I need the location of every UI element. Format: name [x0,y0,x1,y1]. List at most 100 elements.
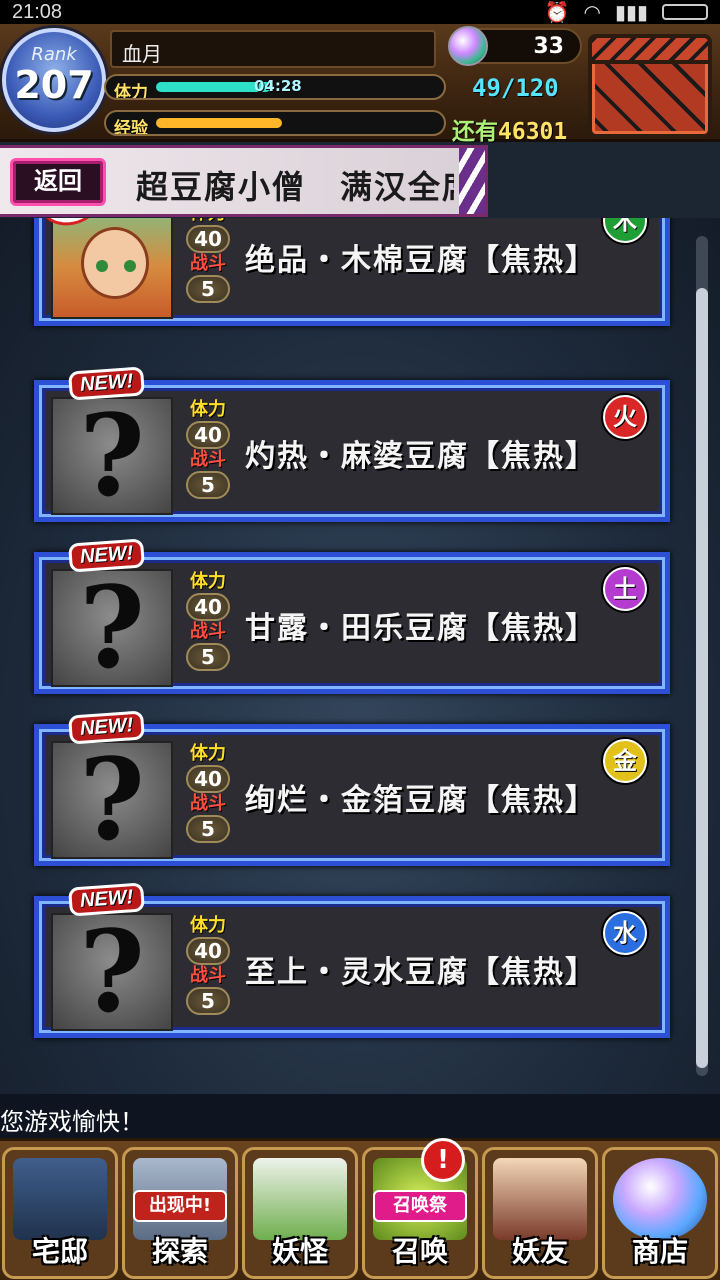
rank-value: 207 [14,63,94,107]
stamina-cost: 40 [186,593,230,621]
dish-card[interactable]: ? NEW! 体力 40 战斗 5 甘露・田乐豆腐【焦热】 土 [34,538,670,694]
dish-card[interactable]: ? NEW! 体力 40 战斗 5 至上・灵水豆腐【焦热】 水 [34,882,670,1038]
nav-mansion-button[interactable]: 宅邸 [2,1147,118,1279]
nav-label: 召唤 [391,1235,448,1268]
nav-yokai-button[interactable]: 妖怪 [242,1147,358,1279]
water-element-icon: 水 [603,911,647,955]
stamina-cost-label: 体力 [190,743,226,764]
stamina-cost-label: 体力 [190,915,226,936]
stamina-bar: 体力 04:28 [104,74,446,100]
battle-count: 5 [186,643,230,671]
gem-count: 33 [533,34,564,59]
new-badge: NEW! [68,538,146,573]
summon-festival-banner: 召唤祭 [373,1190,467,1222]
dish-stats: 体力 40 战斗 5 [179,571,237,671]
friend-icon [493,1158,587,1240]
stamina-cost: 40 [186,765,230,793]
dish-name: 绝品・木棉豆腐【焦热】 [245,243,597,278]
crystal-orb-icon [613,1158,707,1240]
remaining-label: 还有 [452,119,498,145]
stamina-label: 体力 [114,83,148,100]
wifi-icon: ◠ [583,1,601,24]
dish-name: 至上・灵水豆腐【焦热】 [245,955,597,990]
nav-label: 商店 [631,1235,688,1268]
remaining-counter: 还有46301 [452,112,567,146]
dish-card[interactable]: 完成 体力 40 战斗 5 绝品・木棉豆腐【焦热】 木 [34,218,670,326]
battle-count: 5 [186,275,230,303]
signal-icon: ▮▮▮ [614,1,648,24]
metal-element-icon: 金 [603,739,647,783]
locked-dish-thumbnail: ? [51,563,173,694]
scroll-icon [253,1158,347,1240]
nav-label: 宅邸 [31,1235,88,1268]
exp-bar: 经验 [104,110,446,136]
exp-fill [156,118,282,128]
dish-list[interactable]: 完成 体力 40 战斗 5 绝品・木棉豆腐【焦热】 木 ? NEW! 体力 40… [0,218,720,1094]
nav-label: 探索 [151,1235,208,1268]
fire-element-icon: 火 [603,395,647,439]
rank-label: Rank [31,44,77,65]
alert-badge: ! [421,1138,465,1182]
player-header: Rank 207 血月 体力 04:28 经验 33 49/120 还有4630… [0,24,720,145]
dish-thumbnail [51,218,173,319]
battle-count-label: 战斗 [190,793,226,814]
new-badge: NEW! [68,366,146,401]
new-badge: NEW! [68,710,146,745]
battle-count: 5 [186,471,230,499]
locked-dish-thumbnail: ? [51,907,173,1038]
clock: 21:08 [12,0,63,23]
dish-stats: 体力 40 战斗 5 [179,915,237,1015]
dish-name: 灼热・麻婆豆腐【焦热】 [245,439,597,474]
exp-label: 经验 [114,119,148,136]
dish-stats: 体力 40 战斗 5 [179,218,237,303]
battle-count: 5 [186,987,230,1015]
nav-summon-button[interactable]: 召唤祭 ! 召唤 [362,1138,478,1279]
stamina-cost: 40 [186,937,230,965]
new-badge: NEW! [68,882,146,917]
stamina-cost: 40 [186,225,230,253]
news-ticker: 您游戏愉快！ [0,1094,720,1138]
locked-dish-thumbnail: ? [51,391,173,522]
back-button[interactable]: 返回 [10,158,106,206]
stamina-value: 49/120 [472,74,559,102]
status-bar: 21:08 ⏰ ◠ ▮▮▮ [0,0,720,24]
eye [96,260,108,272]
player-name: 血月 [110,30,436,68]
chest-lid [588,34,712,64]
stamina-cost-label: 体力 [190,571,226,592]
rank-badge[interactable]: Rank 207 [2,28,106,132]
wood-element-icon: 木 [603,218,647,243]
dish-name: 绚烂・金箔豆腐【焦热】 [245,783,597,818]
treasure-chest-icon[interactable] [588,34,712,138]
earth-element-icon: 土 [603,567,647,611]
dish-card[interactable]: ? NEW! 体力 40 战斗 5 绚烂・金箔豆腐【焦热】 金 [34,710,670,866]
nav-explore-button[interactable]: 出现中! 探索 [122,1147,238,1279]
nav-label: 妖友 [511,1235,568,1268]
nav-shop-button[interactable]: 商店 [602,1147,718,1279]
remaining-value: 46301 [498,119,568,145]
battle-count-label: 战斗 [190,965,226,986]
page-title: 超豆腐小僧 满汉全席 [136,168,454,206]
battle-count-label: 战斗 [190,449,226,470]
gem-icon [448,26,488,66]
nav-label: 妖怪 [271,1235,328,1268]
stamina-cost-label: 体力 [190,399,226,420]
stamina-cost: 40 [186,421,230,449]
scrollbar-thumb[interactable] [696,288,708,1068]
battle-count-label: 战斗 [190,621,226,642]
dish-stats: 体力 40 战斗 5 [179,743,237,843]
title-bar: 返回 超豆腐小僧 满汉全席 [0,145,488,217]
locked-dish-thumbnail: ? [51,735,173,866]
status-icons: ⏰ ◠ ▮▮▮ [545,0,708,25]
dish-card[interactable]: ? NEW! 体力 40 战斗 5 灼热・麻婆豆腐【焦热】 火 [34,366,670,522]
eye [124,260,136,272]
nav-friends-button[interactable]: 妖友 [482,1147,598,1279]
battery-icon [662,4,708,20]
stamina-timer: 04:28 [254,77,302,95]
bottom-nav: 宅邸 出现中! 探索 妖怪 召唤祭 ! 召唤 妖友 商店 [0,1138,720,1280]
house-icon [13,1158,107,1240]
dish-stats: 体力 40 战斗 5 [179,399,237,499]
battle-count: 5 [186,815,230,843]
gem-counter[interactable]: 33 [448,26,582,66]
character-portrait [81,227,149,299]
